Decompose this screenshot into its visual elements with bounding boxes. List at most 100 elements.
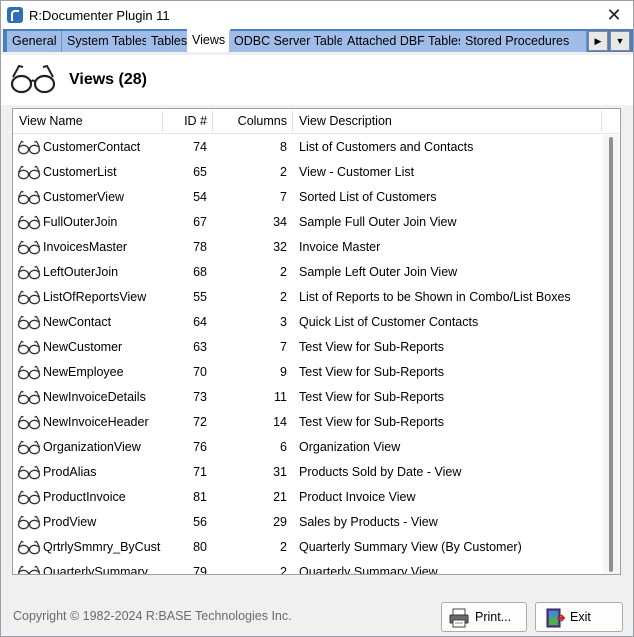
- view-columns-cell: 7: [280, 190, 287, 204]
- glasses-icon: [17, 315, 41, 330]
- view-id-cell: 65: [193, 165, 207, 179]
- glasses-icon: [17, 240, 41, 255]
- view-id-cell: 54: [193, 190, 207, 204]
- view-description-cell: Sample Full Outer Join View: [299, 215, 457, 229]
- tab-list-dropdown-icon[interactable]: ▼: [610, 31, 630, 51]
- table-row[interactable]: NewInvoiceHeader 72 14 Test View for Sub-Re…: [13, 410, 603, 435]
- view-description-cell: Quarterly Summary View: [299, 565, 438, 575]
- view-name-cell: ProdView: [43, 515, 97, 529]
- view-id-cell: 56: [193, 515, 207, 529]
- column-header-row: View Name ID # Columns View Description: [13, 109, 620, 134]
- view-id-cell: 64: [193, 315, 207, 329]
- view-description-cell: Quarterly Summary View (By Customer): [299, 540, 522, 554]
- view-id-cell: 63: [193, 340, 207, 354]
- table-row[interactable]: ProdView 56 29 Sales by Products - View: [13, 510, 603, 535]
- table-row[interactable]: QuarterlySummary 79 2 Quarterly Summary Vie…: [13, 560, 603, 575]
- view-columns-cell: 31: [273, 465, 287, 479]
- view-description-cell: Test View for Sub-Reports: [299, 390, 444, 404]
- exit-button-label: Exit: [570, 610, 591, 624]
- tab-scroll-right-icon[interactable]: ▶: [588, 31, 608, 51]
- column-divider[interactable]: [601, 111, 602, 132]
- view-name-cell: LeftOuterJoin: [43, 265, 119, 279]
- views-list[interactable]: View Name ID # Columns View Description …: [12, 108, 621, 575]
- view-name-cell: ListOfReportsView: [43, 290, 147, 304]
- view-columns-cell: 2: [280, 565, 287, 575]
- exit-button[interactable]: Exit: [535, 602, 623, 632]
- table-row[interactable]: CustomerView 54 7 Sorted List of Customers: [13, 185, 603, 210]
- table-row[interactable]: InvoicesMaster 78 32 Invoice Master: [13, 235, 603, 260]
- view-id-cell: 55: [193, 290, 207, 304]
- view-columns-cell: 2: [280, 290, 287, 304]
- glasses-icon: [17, 265, 41, 280]
- tab-attached-dbf-tables[interactable]: Attached DBF Tables: [342, 31, 471, 52]
- view-name-cell: NewInvoiceHeader: [43, 415, 149, 429]
- table-row[interactable]: NewCustomer 63 7 Test View for Sub-Reports: [13, 335, 603, 360]
- printer-icon: [449, 608, 469, 628]
- tab-stored-procedures[interactable]: Stored Procedures: [460, 31, 576, 52]
- exit-door-icon: [546, 608, 566, 628]
- column-header-id[interactable]: ID #: [163, 109, 207, 134]
- column-header-columns[interactable]: Columns: [213, 109, 287, 134]
- view-id-cell: 67: [193, 215, 207, 229]
- vertical-scrollbar[interactable]: [603, 135, 620, 574]
- copyright-text: Copyright © 1982-2024 R:BASE Technologie…: [13, 609, 292, 623]
- view-description-cell: View - Customer List: [299, 165, 415, 179]
- table-row[interactable]: QrtrlySmmry_ByCust 80 2 Quarterly Summary V…: [13, 535, 603, 560]
- table-row[interactable]: NewContact 64 3 Quick List of Customer Cont…: [13, 310, 603, 335]
- tab-views[interactable]: Views: [187, 29, 232, 52]
- tab-partial[interactable]: [569, 31, 587, 52]
- table-row[interactable]: FullOuterJoin 67 34 Sample Full Outer Join …: [13, 210, 603, 235]
- view-columns-cell: 11: [274, 390, 287, 404]
- glasses-icon: [17, 390, 41, 405]
- table-row[interactable]: CustomerList 65 2 View - Customer List: [13, 160, 603, 185]
- view-columns-cell: 7: [280, 340, 287, 354]
- column-header-view-description[interactable]: View Description: [299, 109, 392, 134]
- glasses-icon: [17, 165, 41, 180]
- scrollbar-thumb[interactable]: [609, 137, 613, 572]
- view-columns-cell: 3: [280, 315, 287, 329]
- view-name-cell: OrganizationView: [43, 440, 141, 454]
- view-description-cell: Sales by Products - View: [299, 515, 438, 529]
- view-name-cell: CustomerView: [43, 190, 125, 204]
- view-id-cell: 73: [193, 390, 207, 404]
- glasses-icon: [17, 540, 41, 555]
- view-id-cell: 68: [193, 265, 207, 279]
- view-id-cell: 74: [193, 140, 207, 154]
- print-button-label: Print...: [475, 610, 512, 624]
- documenter-window: R:Documenter Plugin 11 ✕ General System …: [0, 0, 634, 637]
- tab-general[interactable]: General: [7, 31, 63, 52]
- view-description-cell: List of Reports to be Shown in Combo/Lis…: [299, 290, 571, 304]
- title-bar: R:Documenter Plugin 11 ✕: [1, 1, 633, 29]
- view-description-cell: Sample Left Outer Join View: [299, 265, 458, 279]
- view-name-cell: NewContact: [43, 315, 112, 329]
- tab-odbc-server-tables[interactable]: ODBC Server Tables: [229, 31, 356, 52]
- view-description-cell: Test View for Sub-Reports: [299, 365, 444, 379]
- table-row[interactable]: OrganizationView 76 6 Organization View: [13, 435, 603, 460]
- glasses-icon: [17, 340, 41, 355]
- column-divider[interactable]: [292, 111, 293, 132]
- glasses-icon: [17, 290, 41, 305]
- table-row[interactable]: NewInvoiceDetails 73 11 Test View for Sub-R…: [13, 385, 603, 410]
- page-title: Views (28): [69, 71, 147, 88]
- table-row[interactable]: ProdAlias 71 31 Products Sold by Date - Vie…: [13, 460, 603, 485]
- tab-system-tables[interactable]: System Tables: [62, 31, 155, 52]
- view-description-cell: List of Customers and Contacts: [299, 140, 474, 154]
- page-header: Views (28): [1, 55, 633, 105]
- view-name-cell: CustomerList: [43, 165, 117, 179]
- view-name-cell: QrtrlySmmry_ByCust: [43, 540, 161, 554]
- list-rows: CustomerContact 74 8 List of Customers and …: [13, 135, 603, 575]
- view-id-cell: 81: [193, 490, 207, 504]
- table-row[interactable]: CustomerContact 74 8 List of Customers and …: [13, 135, 603, 160]
- view-columns-cell: 29: [273, 515, 287, 529]
- view-id-cell: 72: [193, 415, 207, 429]
- view-description-cell: Products Sold by Date - View: [299, 465, 462, 479]
- column-header-view-name[interactable]: View Name: [19, 109, 83, 134]
- table-row[interactable]: ListOfReportsView 55 2 List of Reports to b…: [13, 285, 603, 310]
- table-row[interactable]: NewEmployee 70 9 Test View for Sub-Reports: [13, 360, 603, 385]
- close-icon[interactable]: ✕: [603, 4, 625, 26]
- print-button[interactable]: Print...: [441, 602, 527, 632]
- view-columns-cell: 2: [280, 165, 287, 179]
- table-row[interactable]: ProductInvoice 81 21 Product Invoice View: [13, 485, 603, 510]
- glasses-icon: [17, 140, 41, 155]
- table-row[interactable]: LeftOuterJoin 68 2 Sample Left Outer Join V…: [13, 260, 603, 285]
